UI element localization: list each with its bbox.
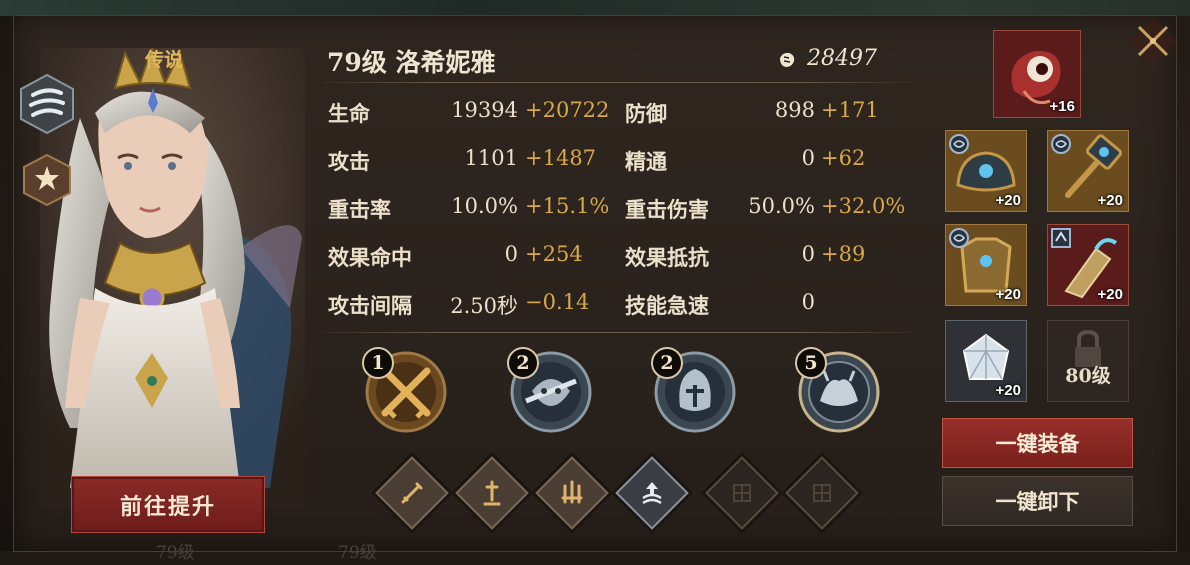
stat-bonus-mastery: +62: [821, 146, 866, 170]
element-badge-icon: [1051, 228, 1071, 248]
stat-value-attack: 1101: [464, 146, 518, 170]
stat-value-effect-resist: 0: [801, 242, 815, 266]
background-hero-level-text: 79级: [156, 543, 195, 563]
combat-power-icon: [780, 52, 795, 67]
skill-3-level: 2: [651, 347, 683, 379]
stat-value-crit-damage: 50.0%: [748, 194, 815, 218]
equip-slot-gloves[interactable]: +20: [1047, 224, 1129, 306]
stat-value-skill-haste: 0: [801, 290, 815, 314]
set-badge-icon: [949, 134, 969, 154]
equip-slot-locked[interactable]: 80级: [1047, 320, 1129, 402]
rarity-label: 传说: [145, 49, 184, 71]
equip-slot-weapon[interactable]: +20: [1047, 130, 1129, 212]
stat-bonus-effect-resist: +89: [821, 242, 866, 266]
hero-name-level: 79级 洛希妮雅: [327, 48, 496, 77]
background-hero-level-text-2: 79级: [338, 543, 377, 563]
equip-slot-gem[interactable]: +20: [945, 320, 1027, 402]
stat-name-attack: 攻击: [328, 149, 370, 174]
unlock-level-label: 80级: [1065, 365, 1111, 387]
header-divider: [322, 82, 914, 83]
stat-value-attack-interval: 2.50秒: [450, 294, 518, 318]
stat-value-effect-hit: 0: [504, 242, 518, 266]
background-top-strip: [0, 0, 1190, 16]
weapon-enhance-level: +20: [1097, 192, 1123, 209]
class-badge[interactable]: [20, 153, 74, 207]
stat-bonus-attack-interval: −0.14: [525, 290, 590, 314]
armor-enhance-level: +20: [995, 286, 1021, 303]
stat-bonus-crit-rate: +15.1%: [525, 194, 610, 218]
stat-name-hp: 生命: [328, 101, 370, 126]
stat-value-crit-rate: 10.0%: [451, 194, 518, 218]
equip-all-button[interactable]: 一键装备: [942, 418, 1133, 468]
stat-bonus-hp: +20722: [525, 98, 610, 122]
set-badge-icon: [1051, 134, 1071, 154]
stat-name-effect-hit: 效果命中: [328, 245, 412, 270]
stat-name-skill-haste: 技能急速: [625, 293, 709, 318]
skill-2-level: 2: [507, 347, 539, 379]
knot-pattern-icon: [733, 484, 751, 502]
combat-power-value: 28497: [807, 46, 877, 71]
triple-blade-icon: [561, 480, 583, 504]
skill-1-level: 1: [362, 347, 394, 379]
stat-bonus-crit-damage: +32.0%: [821, 194, 906, 218]
wind-icon: [20, 73, 74, 135]
stat-name-defense: 防御: [625, 101, 667, 126]
gem-enhance-level: +20: [995, 382, 1021, 399]
stat-name-attack-interval: 攻击间隔: [328, 293, 412, 318]
stat-name-effect-resist: 效果抵抗: [625, 245, 709, 270]
star-emblem-icon: [23, 153, 71, 207]
gloves-enhance-level: +20: [1097, 286, 1123, 303]
unequip-all-button[interactable]: 一键卸下: [942, 476, 1133, 526]
equip-slot-armor[interactable]: +20: [945, 224, 1027, 306]
stat-bonus-attack: +1487: [525, 146, 597, 170]
stats-divider: [322, 332, 914, 333]
planted-sword-icon: [483, 480, 501, 506]
stat-name-mastery: 精通: [625, 149, 667, 174]
stat-value-hp: 19394: [451, 98, 518, 122]
artifact-enhance-level: +16: [1049, 98, 1075, 115]
stat-bonus-effect-hit: +254: [525, 242, 583, 266]
skill-4-level: 5: [795, 347, 827, 379]
close-button[interactable]: [1128, 16, 1178, 66]
artifact-slot[interactable]: +16: [993, 30, 1081, 118]
hero-portrait: [40, 48, 305, 508]
wind-element-badge[interactable]: [16, 73, 78, 135]
helmet-enhance-level: +20: [995, 192, 1021, 209]
stat-name-crit-damage: 重击伤害: [625, 197, 709, 222]
stat-name-crit-rate: 重击率: [328, 197, 391, 222]
stat-bonus-defense: +171: [821, 98, 879, 122]
close-icon: [1128, 16, 1178, 66]
equip-slot-helmet[interactable]: +20: [945, 130, 1027, 212]
stat-value-defense: 898: [774, 98, 815, 122]
set-badge-icon: [949, 228, 969, 248]
stat-value-mastery: 0: [801, 146, 815, 170]
sword-icon: [401, 482, 423, 504]
knot-pattern-icon: [813, 484, 831, 502]
promote-button[interactable]: 前往提升: [71, 476, 265, 533]
upgrade-arrow-icon: [642, 482, 662, 505]
